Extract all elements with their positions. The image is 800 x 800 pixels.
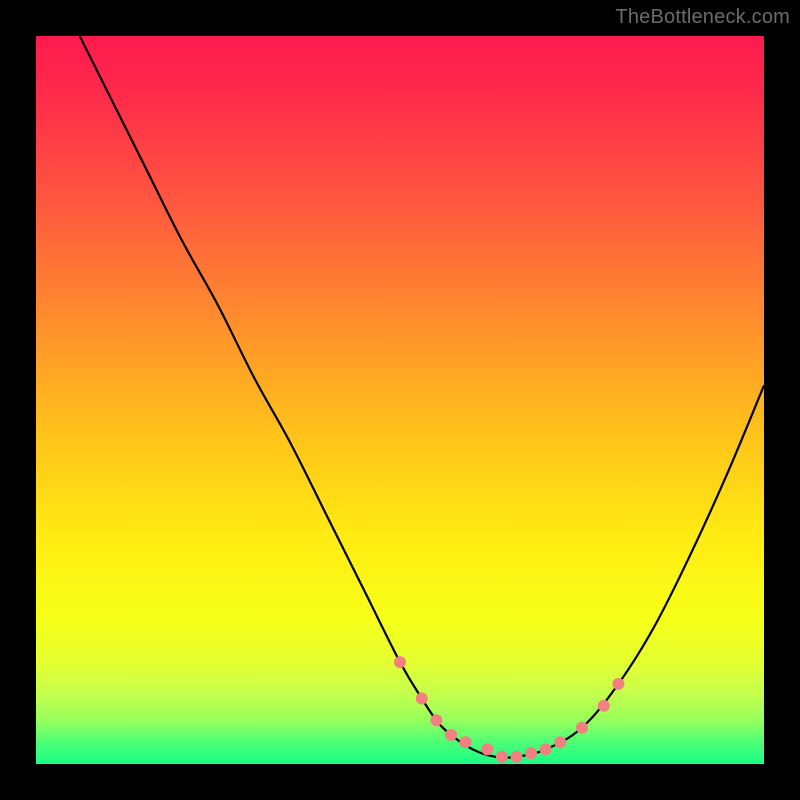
dot [394,656,406,668]
dot [598,700,610,712]
dot [430,714,442,726]
dot [525,747,537,759]
attribution-text: TheBottleneck.com [615,6,790,29]
dot [511,751,523,763]
chart-stage: TheBottleneck.com [0,0,800,800]
dot [481,743,493,755]
dot [416,693,428,705]
chart-svg [36,36,764,764]
dot [496,751,508,763]
plot-area [36,36,764,764]
dot [612,678,624,690]
dot [460,736,472,748]
dot [576,722,588,734]
bottleneck-curve [80,36,764,758]
dot [445,729,457,741]
dot [540,743,552,755]
dot [554,736,566,748]
